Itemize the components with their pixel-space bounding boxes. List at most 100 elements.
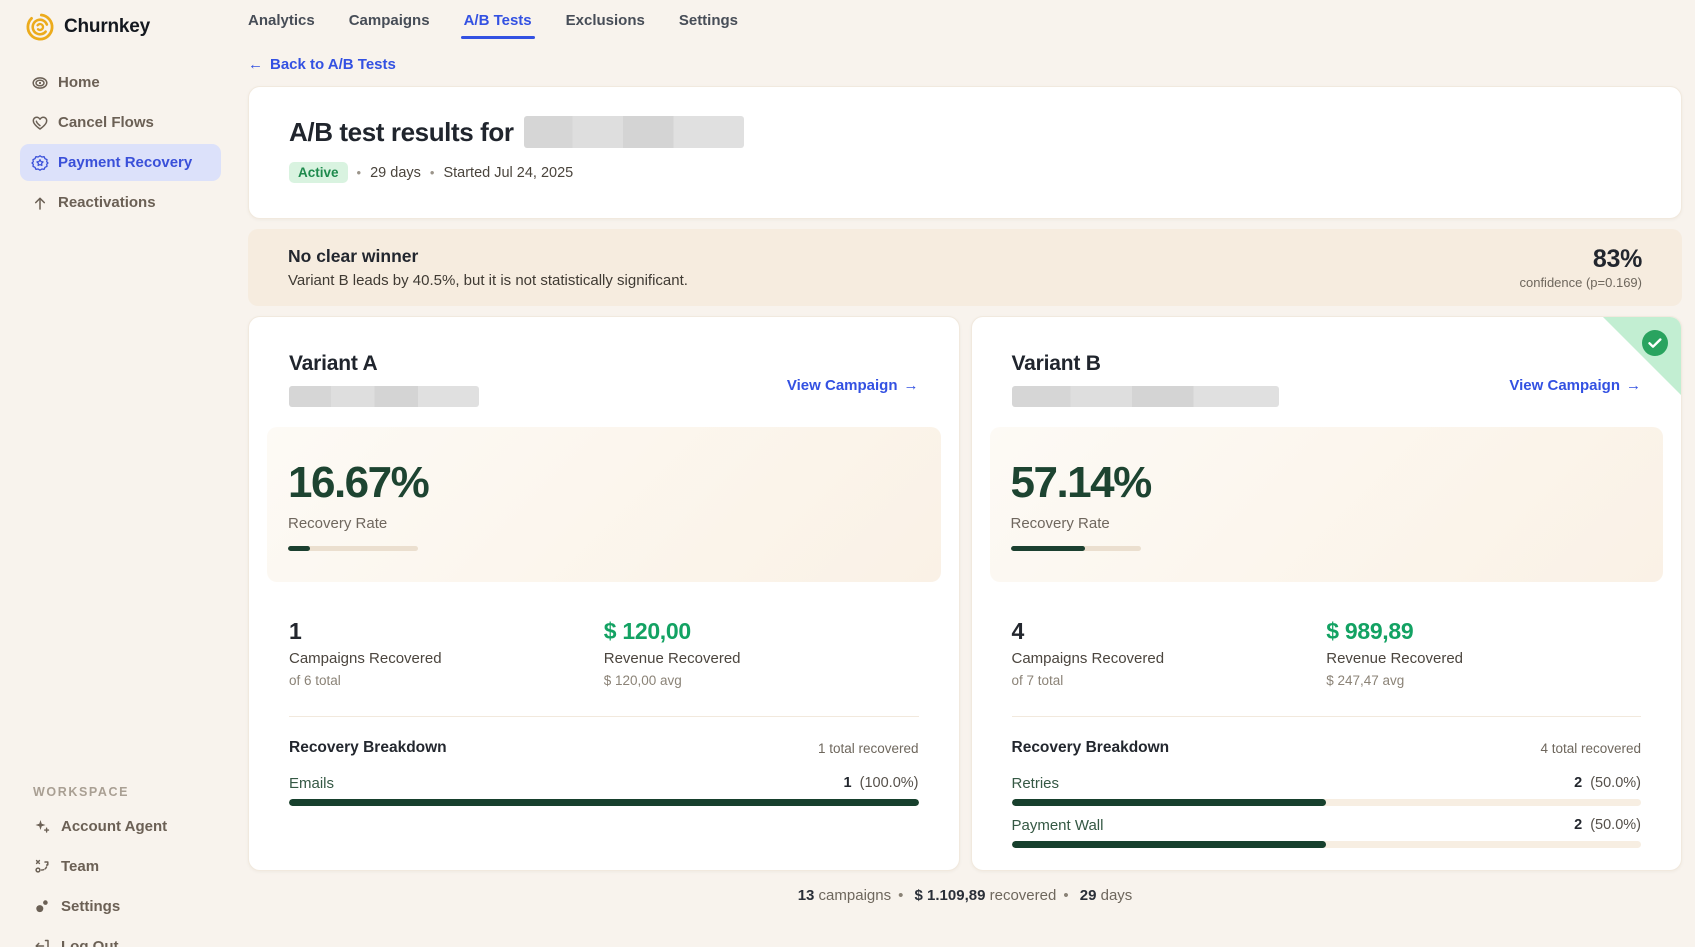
- bullet-separator: •: [1063, 887, 1068, 904]
- breakdown-bar-fill: [289, 799, 919, 806]
- breakdown-percent: (50.0%): [1590, 817, 1641, 833]
- view-campaign-label: View Campaign: [787, 377, 898, 394]
- breakdown-percent: (100.0%): [860, 775, 919, 791]
- variant-a-card: Variant A View Campaign → 16.67% Recover…: [248, 316, 960, 871]
- recovery-breakdown-title: Recovery Breakdown: [1012, 739, 1170, 757]
- divider: [1012, 716, 1642, 717]
- sidebar-nav: Home Cancel Flows Payment Recovery: [0, 64, 246, 221]
- sidebar-item-label: Home: [58, 74, 100, 91]
- campaigns-total-sub: of 7 total: [1012, 672, 1327, 690]
- verdict-banner: No clear winner Variant B leads by 40.5%…: [248, 229, 1682, 306]
- breakdown-percent: (50.0%): [1590, 775, 1641, 791]
- recovery-rate-progress-fill: [1011, 546, 1085, 551]
- redacted-campaign-name: [1012, 386, 1279, 407]
- sidebar-item-log-out[interactable]: Log Out: [0, 926, 246, 947]
- view-campaign-link[interactable]: View Campaign →: [787, 377, 919, 394]
- logout-icon: [33, 937, 51, 947]
- breakdown-row: Payment Wall 2 (50.0%): [1012, 816, 1642, 848]
- tab-analytics[interactable]: Analytics: [248, 12, 315, 29]
- sidebar-item-reactivations[interactable]: Reactivations: [20, 184, 221, 221]
- revenue-recovered-value: $ 989,89: [1326, 618, 1641, 644]
- verdict-title: No clear winner: [288, 246, 688, 267]
- verdict-description: Variant B leads by 40.5%, but it is not …: [288, 272, 688, 289]
- circles-icon: [33, 897, 51, 915]
- confidence-value: 83%: [1519, 245, 1642, 274]
- arrow-up-icon: [31, 194, 49, 212]
- tab-campaigns[interactable]: Campaigns: [349, 12, 430, 29]
- breakdown-count: 2: [1574, 775, 1582, 791]
- arrow-right-icon: →: [1626, 377, 1641, 394]
- summary-duration-label: days: [1101, 887, 1133, 904]
- main-area: Analytics Campaigns A/B Tests Exclusions…: [246, 0, 1695, 947]
- test-duration: 29 days: [370, 165, 421, 181]
- recovery-rate-panel: 57.14% Recovery Rate: [990, 427, 1664, 582]
- recovery-rate-value: 57.14%: [1011, 457, 1664, 509]
- view-campaign-link[interactable]: View Campaign →: [1509, 377, 1641, 394]
- view-campaign-label: View Campaign: [1509, 377, 1620, 394]
- breakdown-channel-label: Emails: [289, 774, 334, 793]
- app-root: Churnkey Home Cancel Flows: [0, 0, 1695, 947]
- sidebar: Churnkey Home Cancel Flows: [0, 0, 246, 947]
- variant-title: Variant A: [289, 351, 479, 377]
- bullet-separator: •: [430, 165, 435, 180]
- redacted-campaign-name: [289, 386, 479, 407]
- back-to-ab-tests-link[interactable]: ← Back to A/B Tests: [248, 56, 396, 73]
- workspace-section: WORKSPACE Account Agent Team: [0, 778, 246, 947]
- home-icon: [31, 74, 49, 92]
- arrow-left-icon: ←: [248, 56, 263, 73]
- campaigns-recovered-value: 4: [1012, 618, 1327, 644]
- winner-check-icon: [1642, 330, 1668, 356]
- brand-logo-row[interactable]: Churnkey: [0, 8, 246, 46]
- variant-stats: 4 Campaigns Recovered of 7 total $ 989,8…: [1012, 618, 1642, 690]
- breakdown-row: Emails 1 (100.0%): [289, 774, 919, 806]
- strategy-icon: [33, 857, 51, 875]
- sidebar-item-label: Cancel Flows: [58, 114, 154, 131]
- sidebar-item-account-agent[interactable]: Account Agent: [0, 806, 246, 846]
- revenue-average-sub: $ 247,47 avg: [1326, 672, 1641, 690]
- workspace-label: WORKSPACE: [0, 778, 246, 806]
- recovery-rate-label: Recovery Rate: [288, 515, 941, 532]
- summary-revenue-value: $ 1.109,89: [915, 887, 986, 904]
- sidebar-item-home[interactable]: Home: [20, 64, 221, 101]
- breakdown-channel-label: Payment Wall: [1012, 816, 1104, 835]
- recovery-rate-progress-fill: [288, 546, 310, 551]
- sidebar-item-label: Account Agent: [61, 818, 167, 835]
- recovery-rate-label: Recovery Rate: [1011, 515, 1664, 532]
- status-badge: Active: [289, 162, 348, 183]
- heart-icon: [31, 114, 49, 132]
- summary-duration-value: 29: [1080, 887, 1097, 904]
- sidebar-item-settings[interactable]: Settings: [0, 886, 246, 926]
- sidebar-item-label: Team: [61, 858, 99, 875]
- summary-footer: 13 campaigns• $ 1.109,89 recovered• 29 d…: [248, 887, 1682, 904]
- revenue-recovered-label: Revenue Recovered: [604, 649, 919, 669]
- breakdown-count: 2: [1574, 817, 1582, 833]
- variants-row: Variant A View Campaign → 16.67% Recover…: [248, 316, 1682, 871]
- sidebar-item-cancel-flows[interactable]: Cancel Flows: [20, 104, 221, 141]
- recovery-rate-value: 16.67%: [288, 457, 941, 509]
- sidebar-item-team[interactable]: Team: [0, 846, 246, 886]
- summary-campaign-count: 13: [798, 887, 815, 904]
- tab-ab-tests[interactable]: A/B Tests: [464, 12, 532, 29]
- revenue-average-sub: $ 120,00 avg: [604, 672, 919, 690]
- summary-revenue-label: recovered: [990, 887, 1057, 904]
- tab-exclusions[interactable]: Exclusions: [566, 12, 645, 29]
- sidebar-item-payment-recovery[interactable]: Payment Recovery: [20, 144, 221, 181]
- campaigns-recovered-value: 1: [289, 618, 604, 644]
- recovery-rate-progressbar: [288, 546, 418, 551]
- revenue-recovered-value: $ 120,00: [604, 618, 919, 644]
- page-title: A/B test results for: [289, 115, 514, 149]
- test-header-card: A/B test results for Active • 29 days • …: [248, 86, 1682, 219]
- churnkey-logo-icon: [25, 12, 55, 42]
- page-content: ← Back to A/B Tests A/B test results for…: [246, 40, 1695, 947]
- sidebar-item-label: Settings: [61, 898, 120, 915]
- test-start-date: Started Jul 24, 2025: [443, 165, 573, 181]
- sidebar-item-label: Log Out: [61, 938, 118, 947]
- campaigns-recovered-label: Campaigns Recovered: [1012, 649, 1327, 669]
- recovery-breakdown-title: Recovery Breakdown: [289, 739, 447, 757]
- revenue-recovered-label: Revenue Recovered: [1326, 649, 1641, 669]
- tab-settings[interactable]: Settings: [679, 12, 738, 29]
- breakdown-bar-fill: [1012, 799, 1327, 806]
- top-navigation: Analytics Campaigns A/B Tests Exclusions…: [246, 0, 1695, 40]
- back-link-label: Back to A/B Tests: [270, 56, 396, 73]
- sidebar-item-label: Payment Recovery: [58, 154, 192, 171]
